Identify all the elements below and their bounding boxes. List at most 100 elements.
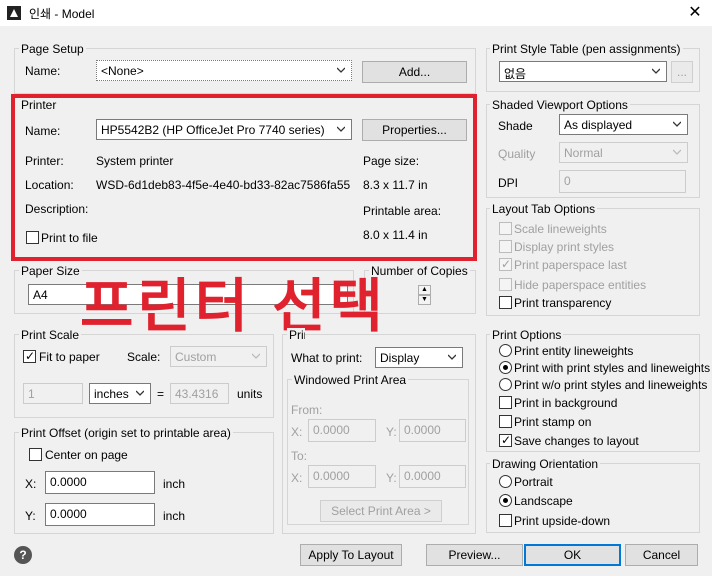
- offset-x-label: X:: [25, 477, 37, 491]
- offset-y-label: Y:: [25, 509, 36, 523]
- title-bar: [0, 0, 712, 26]
- shade-value: As displayed: [564, 118, 633, 132]
- print-options-label: Print Options: [490, 328, 564, 342]
- style-table-select[interactable]: 없음: [499, 61, 667, 82]
- to-y-input[interactable]: 0.0000: [399, 465, 466, 488]
- portrait-radio[interactable]: [499, 475, 512, 488]
- with-styles-radio[interactable]: [499, 361, 512, 374]
- dpi-label: DPI: [498, 176, 519, 190]
- hide-paperspace-label: Hide paperspace entities: [514, 278, 647, 292]
- copies-up-icon[interactable]: ▲: [418, 285, 431, 295]
- shade-label: Shade: [498, 119, 533, 133]
- scale-units-input[interactable]: 43.4316: [170, 383, 229, 404]
- check-icon: ✓: [501, 433, 512, 447]
- scale-equals: =: [157, 387, 165, 401]
- shade-select[interactable]: As displayed: [559, 114, 688, 135]
- to-label: To:: [291, 449, 308, 463]
- center-on-page-label: Center on page: [45, 448, 128, 462]
- printer-highlight-frame: [11, 94, 477, 261]
- print-area-label: Print area: [287, 328, 305, 342]
- offset-x-input[interactable]: 0.0000: [45, 471, 155, 494]
- check-icon: ✓: [501, 257, 512, 271]
- shaded-viewport-label: Shaded Viewport Options: [490, 98, 630, 112]
- to-x-label: X:: [291, 471, 303, 485]
- close-icon[interactable]: ✕: [684, 2, 706, 24]
- landscape-radio[interactable]: [499, 494, 512, 507]
- windowed-area-label: Windowed Print Area: [292, 373, 409, 387]
- paper-size-value: A4: [33, 288, 48, 302]
- hide-paperspace-checkbox[interactable]: [499, 278, 512, 291]
- ok-button[interactable]: OK: [524, 544, 621, 566]
- chevron-down-icon: [252, 352, 260, 360]
- what-to-print-select[interactable]: Display: [375, 347, 463, 368]
- select-print-area-button[interactable]: Select Print Area >: [320, 500, 442, 522]
- upside-down-checkbox[interactable]: [499, 514, 512, 527]
- quality-select[interactable]: Normal: [559, 142, 688, 163]
- offset-y-input[interactable]: 0.0000: [45, 503, 155, 526]
- page-setup-name-label: Name:: [25, 64, 61, 78]
- print-stamp-checkbox[interactable]: [499, 415, 512, 428]
- window-title: 인쇄 - Model: [29, 7, 95, 21]
- scale-label: Scale:: [127, 350, 161, 364]
- save-changes-label: Save changes to layout: [514, 434, 639, 448]
- edit-style-table-button[interactable]: ...: [671, 61, 693, 83]
- offset-x-unit: inch: [163, 477, 186, 491]
- chevron-down-icon: [448, 353, 456, 361]
- preview-button[interactable]: Preview...: [426, 544, 523, 566]
- radio-dot: [503, 498, 508, 503]
- print-transparency-checkbox[interactable]: [499, 296, 512, 309]
- what-to-print-value: Display: [380, 351, 420, 365]
- help-icon[interactable]: ?: [14, 546, 32, 564]
- print-offset-label: Print Offset (origin set to printable ar…: [19, 426, 233, 440]
- units-label: units: [237, 387, 263, 401]
- portrait-label: Portrait: [514, 475, 553, 489]
- save-changes-checkbox[interactable]: ✓: [499, 433, 512, 447]
- print-paperspace-last-checkbox[interactable]: ✓: [499, 257, 512, 271]
- annotation-text: 프린터 선택: [80, 274, 387, 339]
- fit-to-paper-checkbox[interactable]: ✓: [23, 349, 36, 363]
- apply-to-layout-button[interactable]: Apply To Layout: [300, 544, 402, 566]
- copies-down-icon[interactable]: ▼: [418, 295, 431, 305]
- from-x-label: X:: [291, 425, 303, 439]
- add-page-setup-button[interactable]: Add...: [362, 61, 467, 83]
- wo-styles-radio[interactable]: [499, 378, 512, 391]
- scale-unit-select[interactable]: inches: [89, 383, 151, 404]
- center-on-page-checkbox[interactable]: [29, 448, 42, 461]
- display-print-styles-checkbox[interactable]: [499, 240, 512, 253]
- with-styles-label: Print with print styles and lineweights: [514, 361, 711, 375]
- page-setup-name-select[interactable]: <None>: [96, 60, 352, 81]
- style-table-value: 없음: [504, 67, 527, 81]
- from-x-input[interactable]: 0.0000: [308, 419, 376, 442]
- chevron-down-icon: [673, 120, 681, 128]
- cancel-button[interactable]: Cancel: [625, 544, 698, 566]
- scale-inches-input[interactable]: 1: [23, 383, 83, 404]
- layout-tab-label: Layout Tab Options: [490, 202, 598, 216]
- offset-y-unit: inch: [163, 509, 186, 523]
- app-icon: [7, 6, 21, 20]
- orientation-label: Drawing Orientation: [490, 457, 601, 471]
- to-x-input[interactable]: 0.0000: [308, 465, 376, 488]
- fit-to-paper-label: Fit to paper: [39, 350, 100, 364]
- chevron-down-icon: [652, 67, 660, 75]
- dpi-input[interactable]: 0: [559, 170, 686, 193]
- print-transparency-label: Print transparency: [514, 296, 612, 310]
- chevron-down-icon: [337, 66, 345, 74]
- scale-value: Custom: [175, 350, 217, 364]
- scale-lineweights-checkbox[interactable]: [499, 222, 512, 235]
- what-to-print-label: What to print:: [291, 351, 363, 365]
- from-y-label: Y:: [386, 425, 397, 439]
- wo-styles-label: Print w/o print styles and lineweights: [514, 378, 708, 392]
- scale-select[interactable]: Custom: [170, 346, 267, 367]
- radio-dot: [503, 365, 508, 370]
- entity-lineweights-radio[interactable]: [499, 344, 512, 357]
- scale-unit-value: inches: [94, 387, 129, 401]
- quality-label: Quality: [498, 147, 536, 161]
- to-y-label: Y:: [386, 471, 397, 485]
- page-setup-label: Page Setup: [19, 42, 86, 56]
- style-table-label: Print Style Table (pen assignments): [490, 42, 683, 56]
- upside-down-label: Print upside-down: [514, 514, 611, 528]
- paper-size-label: Paper Size: [19, 264, 82, 278]
- print-in-background-checkbox[interactable]: [499, 396, 512, 409]
- page-setup-name-value: <None>: [101, 64, 144, 78]
- from-y-input[interactable]: 0.0000: [399, 419, 466, 442]
